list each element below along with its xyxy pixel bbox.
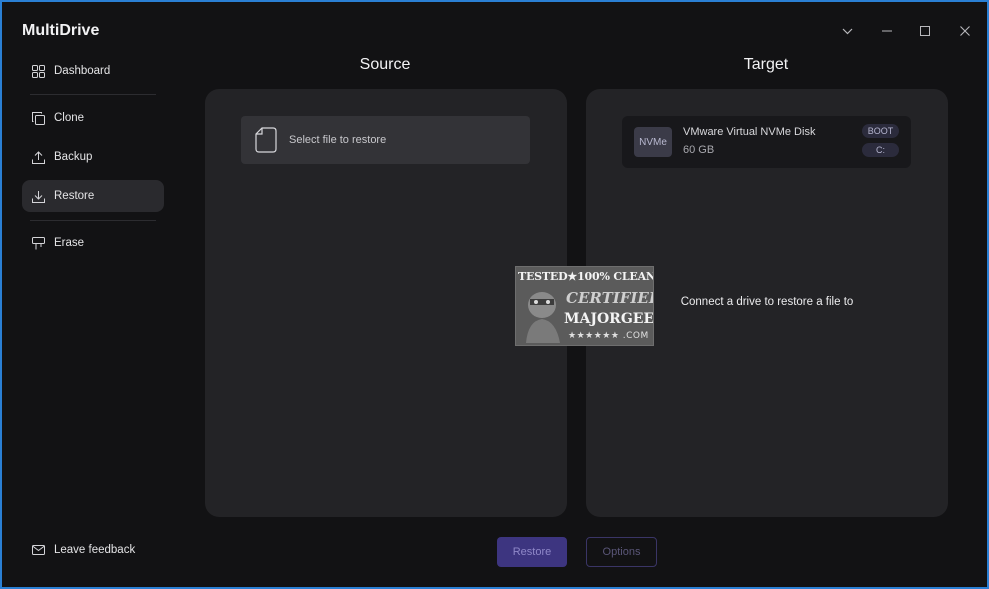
- copy-icon: [31, 111, 45, 125]
- watermark-badge: TESTED★100% CLEAN CERTIFIED MAJORGEEKS ★…: [515, 266, 654, 346]
- minimize-icon[interactable]: [876, 20, 898, 42]
- sidebar-item-backup[interactable]: Backup: [22, 141, 164, 173]
- restore-button[interactable]: Restore: [497, 537, 567, 567]
- download-icon: [31, 189, 45, 203]
- source-panel: Select file to restore: [205, 89, 567, 517]
- watermark-line3: MAJORGEEKS: [564, 311, 654, 327]
- grid-icon: [31, 64, 45, 78]
- drive-card[interactable]: NVMe VMware Virtual NVMe Disk 60 GB BOOT…: [622, 116, 911, 168]
- options-button[interactable]: Options: [586, 537, 657, 567]
- watermark-line2: CERTIFIED: [566, 289, 654, 307]
- file-picker-label: Select file to restore: [289, 134, 387, 146]
- sidebar-item-label: Restore: [54, 190, 95, 202]
- sidebar-item-label: Dashboard: [54, 65, 111, 77]
- drive-type-badge: NVMe: [634, 127, 672, 157]
- watermark-line4: ★★★★★★ .COM: [568, 331, 649, 341]
- mascot-figure: [526, 292, 560, 343]
- chevron-down-icon[interactable]: [836, 20, 858, 42]
- select-file-button[interactable]: Select file to restore: [241, 116, 530, 164]
- drive-size: 60 GB: [683, 144, 715, 156]
- sidebar-item-restore[interactable]: Restore: [22, 180, 164, 212]
- drive-letter-tag: C:: [862, 143, 899, 157]
- sidebar-item-label: Erase: [54, 237, 85, 249]
- feedback-label: Leave feedback: [54, 544, 136, 556]
- target-heading: Target: [743, 56, 789, 73]
- sidebar-divider: [30, 94, 156, 95]
- upload-icon: [31, 150, 45, 164]
- app-window: MultiDrive Dashboard Clone Backup Restor…: [2, 2, 987, 587]
- sidebar-item-clone[interactable]: Clone: [22, 102, 164, 134]
- maximize-icon[interactable]: [914, 20, 936, 42]
- source-heading: Source: [359, 56, 411, 73]
- watermark-line1: TESTED★100% CLEAN: [518, 270, 654, 283]
- sidebar-item-erase[interactable]: Erase: [22, 227, 164, 259]
- boot-tag: BOOT: [862, 124, 899, 138]
- close-icon[interactable]: [954, 20, 976, 42]
- file-icon: [255, 127, 277, 153]
- mail-icon: [31, 543, 45, 557]
- sidebar-item-dashboard[interactable]: Dashboard: [22, 55, 164, 87]
- leave-feedback-button[interactable]: Leave feedback: [31, 543, 135, 557]
- eraser-icon: [31, 236, 45, 250]
- drive-name: VMware Virtual NVMe Disk: [683, 126, 816, 138]
- sidebar-divider: [30, 220, 156, 221]
- app-title: MultiDrive: [22, 22, 100, 39]
- sidebar-item-label: Clone: [54, 112, 85, 124]
- sidebar-item-label: Backup: [54, 151, 93, 163]
